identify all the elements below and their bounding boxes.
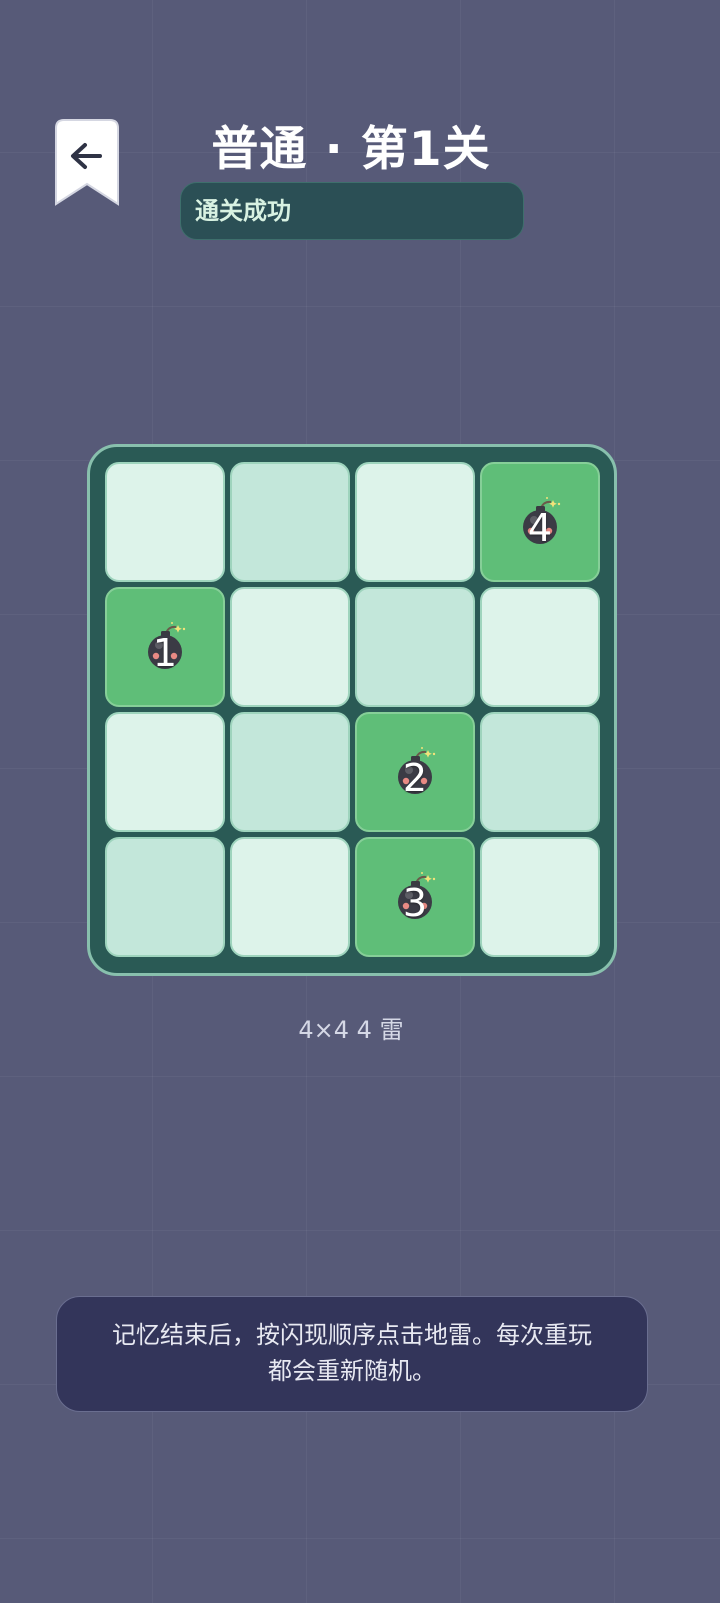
instructions-line-1: 记忆结束后，按闪现顺序点击地雷。每次重玩 — [112, 1321, 592, 1349]
mine-cell[interactable]: 4 — [480, 462, 600, 582]
board-cell[interactable] — [355, 462, 475, 582]
page-title: 普通 · 第1关 — [211, 122, 491, 177]
mine-cell[interactable]: 2 — [355, 712, 475, 832]
board-cell[interactable] — [230, 712, 350, 832]
mine-cell[interactable]: 3 — [355, 837, 475, 957]
mine-order-number: 4 — [527, 506, 553, 550]
status-badge: 通关成功 — [180, 182, 524, 240]
mine-order-number: 3 — [402, 881, 428, 925]
board-cell[interactable] — [105, 462, 225, 582]
instructions-panel: 记忆结束后，按闪现顺序点击地雷。每次重玩 都会重新随机。 — [56, 1296, 648, 1412]
mine-cell[interactable]: 1 — [105, 587, 225, 707]
game-board: 4 1 2 3 — [87, 444, 617, 976]
board-cell[interactable] — [230, 587, 350, 707]
board-cell[interactable] — [480, 587, 600, 707]
board-cell[interactable] — [230, 462, 350, 582]
instructions-line-2: 都会重新随机。 — [268, 1357, 436, 1385]
board-cell[interactable] — [105, 837, 225, 957]
board-cell[interactable] — [480, 837, 600, 957]
mine-order-number: 2 — [402, 756, 428, 800]
board-cell[interactable] — [355, 587, 475, 707]
board-cell[interactable] — [105, 712, 225, 832]
mine-order-number: 1 — [152, 631, 178, 675]
grid-info: 4×4 4 雷 — [298, 1016, 404, 1044]
board-cell[interactable] — [230, 837, 350, 957]
board-cell[interactable] — [480, 712, 600, 832]
